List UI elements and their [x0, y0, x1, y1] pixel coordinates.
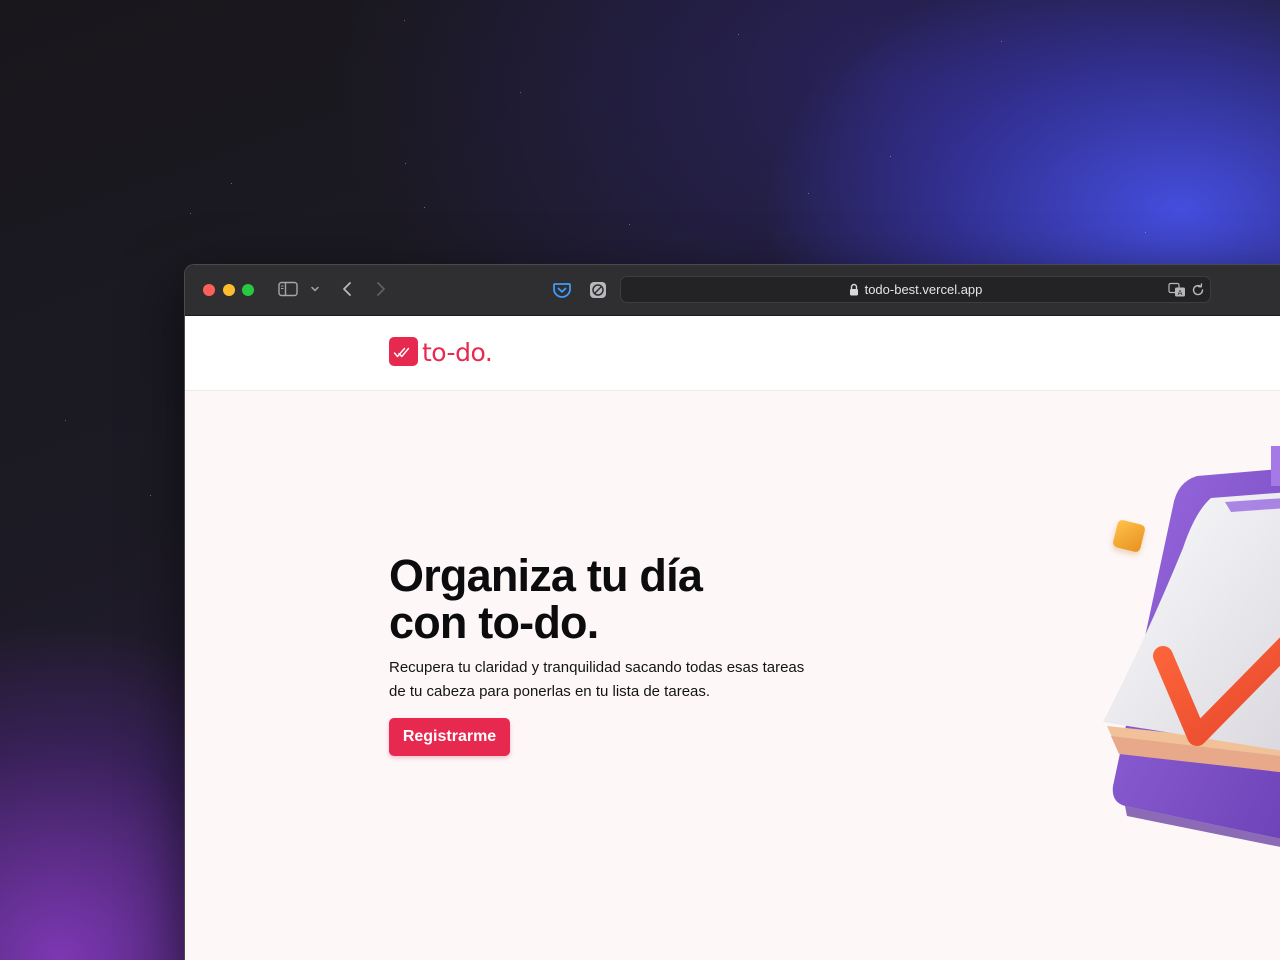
zoom-window-button[interactable] [242, 284, 254, 296]
logo-text: to-do. [422, 338, 493, 367]
star [1001, 41, 1002, 42]
star [1145, 232, 1146, 233]
url-text: todo-best.vercel.app [864, 282, 983, 297]
minimize-window-button[interactable] [223, 284, 235, 296]
chevron-down-icon[interactable] [309, 283, 321, 295]
star [738, 34, 739, 35]
star [190, 213, 191, 214]
star [808, 193, 809, 194]
star [424, 207, 425, 208]
pocket-icon[interactable] [551, 279, 573, 301]
address-bar-content: todo-best.vercel.app [621, 277, 1210, 302]
star [629, 224, 630, 225]
clipboard-illustration [1085, 426, 1280, 876]
hero-description: Recupera tu claridad y tranquilidad saca… [389, 659, 805, 700]
reload-icon[interactable] [1191, 282, 1205, 298]
logo-check-icon [389, 337, 418, 366]
close-window-button[interactable] [203, 284, 215, 296]
star [150, 495, 151, 496]
star [404, 20, 405, 21]
star [231, 183, 232, 184]
site-header: to-do. [185, 316, 1280, 391]
logo-wordmark: to-do [422, 338, 485, 367]
star [405, 163, 406, 164]
sidebar-icon[interactable] [278, 281, 298, 297]
star [65, 420, 66, 421]
forward-arrow-icon[interactable] [374, 280, 388, 298]
star [520, 92, 521, 93]
lock-icon [849, 283, 859, 296]
svg-text:A: A [1178, 289, 1183, 297]
register-button[interactable]: Registrarme [389, 718, 510, 756]
logo-dot: . [484, 338, 493, 367]
star [890, 156, 891, 157]
address-bar[interactable]: todo-best.vercel.app A [620, 276, 1211, 303]
translate-icon[interactable]: A [1168, 282, 1186, 298]
desktop-background: todo-best.vercel.app A to-do. Organiza t… [0, 0, 1280, 960]
hero-title-line-2: con to-do. [389, 597, 599, 648]
browser-toolbar: todo-best.vercel.app A [185, 265, 1280, 316]
hero-title-line-1: Organiza tu día [389, 550, 703, 601]
back-arrow-icon[interactable] [340, 280, 354, 298]
web-page: to-do. Organiza tu día con to-do. Recupe… [185, 316, 1280, 960]
extension-icon[interactable] [587, 279, 609, 301]
browser-window: todo-best.vercel.app A to-do. Organiza t… [184, 264, 1280, 960]
site-logo[interactable]: to-do. [389, 337, 493, 367]
hero-title: Organiza tu día con to-do. [389, 550, 703, 648]
